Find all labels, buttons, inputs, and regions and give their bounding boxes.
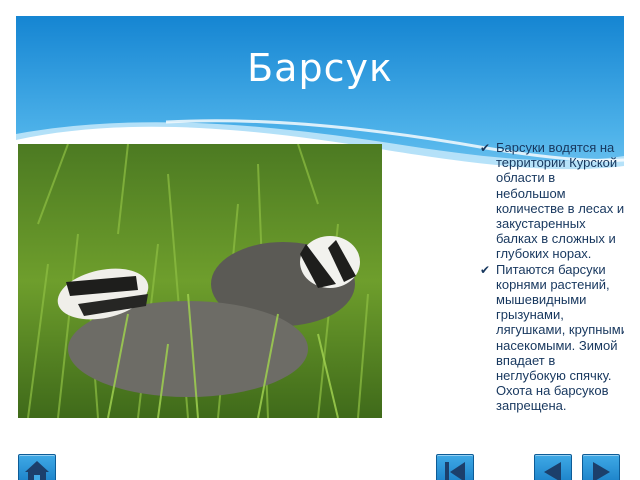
checkmark-icon: ✔ bbox=[480, 141, 491, 155]
first-slide-button[interactable] bbox=[436, 454, 474, 480]
previous-slide-button[interactable] bbox=[534, 454, 572, 480]
slide-title: Барсук bbox=[247, 46, 393, 90]
home-icon bbox=[25, 461, 49, 480]
arrow-right-icon bbox=[593, 462, 610, 480]
skip-to-start-icon bbox=[445, 462, 465, 480]
home-button[interactable] bbox=[18, 454, 56, 480]
bullet-item: ✔ Барсуки водятся на территории Курской … bbox=[480, 140, 624, 262]
bullet-list: ✔ Барсуки водятся на территории Курской … bbox=[480, 140, 624, 414]
next-slide-button[interactable] bbox=[582, 454, 620, 480]
arrow-left-icon bbox=[544, 462, 561, 480]
bullet-text: Питаются барсуки корнями растений, мышев… bbox=[496, 261, 624, 414]
badger-photo bbox=[18, 144, 382, 418]
bullet-item: ✔ Питаются барсуки корнями растений, мыш… bbox=[480, 262, 624, 414]
bullet-text: Барсуки водятся на территории Курской об… bbox=[496, 140, 624, 262]
checkmark-icon: ✔ bbox=[480, 262, 491, 277]
slide: Барсук ✔ Барсуки водятся на территории К… bbox=[16, 16, 624, 480]
